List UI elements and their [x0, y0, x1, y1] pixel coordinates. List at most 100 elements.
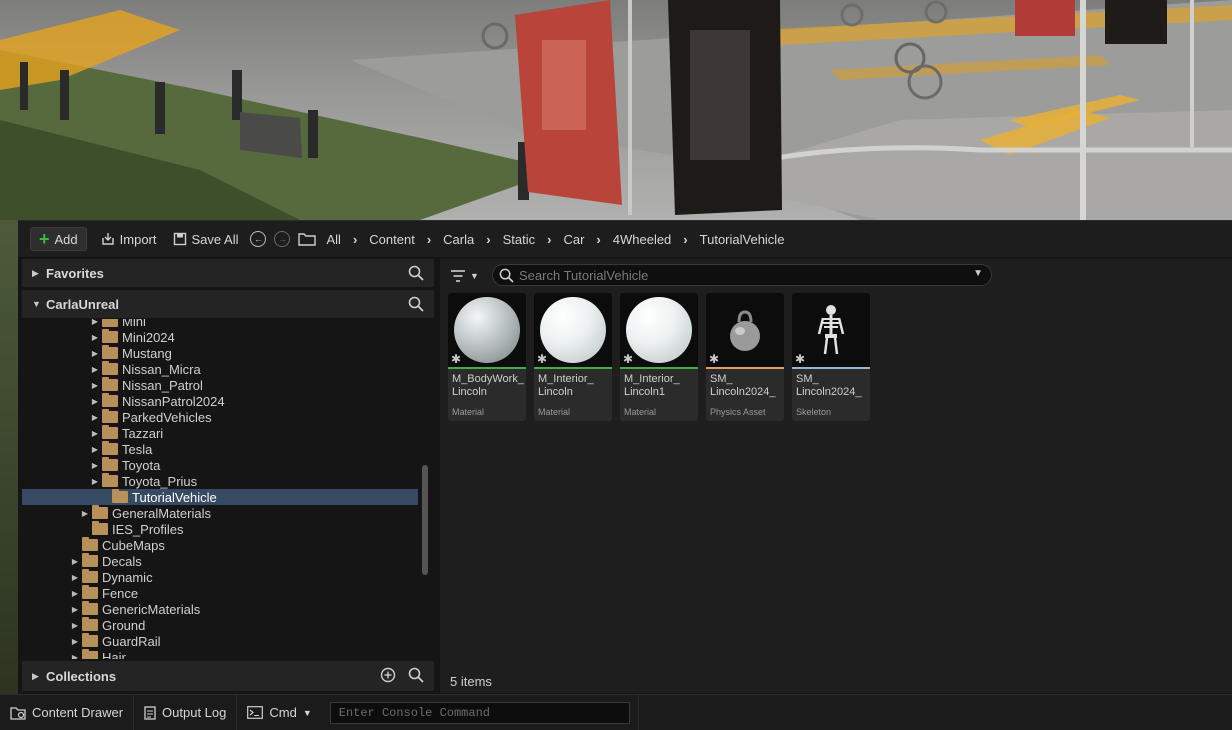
tree-item[interactable]: CubeMaps — [22, 537, 418, 553]
asset-tile[interactable]: ✱ M_Interior_ Lincoln Material — [534, 293, 612, 421]
expand-arrow-icon[interactable]: ▶ — [90, 461, 100, 470]
folder-browse-icon[interactable] — [298, 232, 317, 246]
output-log-button[interactable]: Output Log — [134, 694, 238, 730]
expand-arrow-icon[interactable]: ▶ — [70, 589, 80, 598]
expand-arrow-icon[interactable]: ▶ — [90, 477, 100, 486]
search-icon[interactable] — [408, 296, 424, 312]
add-button[interactable]: + Add — [30, 227, 87, 251]
expand-arrow-icon[interactable]: ▶ — [80, 509, 90, 518]
collections-header[interactable]: ▶ Collections — [22, 661, 434, 691]
breadcrumb-car[interactable]: Car — [557, 232, 590, 247]
chevron-right-icon[interactable]: › — [590, 232, 606, 247]
unsaved-asterisk-icon: ✱ — [623, 352, 634, 366]
tree-item[interactable]: ▶ Dynamic — [22, 569, 418, 585]
tree-item-label: Dynamic — [102, 569, 153, 585]
skeleton-icon — [817, 305, 845, 355]
folder-icon — [92, 521, 108, 535]
tree-item[interactable]: ▶ Toyota — [22, 457, 418, 473]
chevron-right-icon[interactable]: › — [421, 232, 437, 247]
asset-name: M_Interior_ Lincoln — [538, 373, 594, 398]
chevron-right-icon[interactable]: › — [480, 232, 496, 247]
expand-arrow-icon[interactable]: ▶ — [70, 637, 80, 646]
expand-arrow-icon[interactable]: ▶ — [90, 319, 100, 326]
tree-item-label: Mini2024 — [122, 329, 175, 345]
tree-item[interactable]: ▶ Fence — [22, 585, 418, 601]
chevron-right-icon[interactable]: › — [541, 232, 557, 247]
import-button[interactable]: Import — [93, 227, 165, 251]
tree-item[interactable]: ▶ Nissan_Micra — [22, 361, 418, 377]
search-icon[interactable] — [408, 667, 424, 683]
expand-arrow-icon[interactable]: ▶ — [70, 605, 80, 614]
expand-arrow-icon[interactable]: ▶ — [90, 333, 100, 342]
filter-icon — [451, 270, 465, 282]
asset-tile[interactable]: ✱ M_Interior_ Lincoln1 Material — [620, 293, 698, 421]
tree-item[interactable]: ▶ Mini2024 — [22, 329, 418, 345]
collapse-arrow-icon[interactable]: ▼ — [32, 299, 46, 309]
expand-arrow-icon[interactable]: ▶ — [90, 365, 100, 374]
content-drawer-label: Content Drawer — [32, 705, 124, 720]
tree-item[interactable]: ▶ GeneralMaterials — [22, 505, 418, 521]
cmd-dropdown[interactable]: Cmd ▼ — [237, 695, 321, 730]
back-arrow-icon[interactable]: ← — [250, 231, 267, 247]
asset-tile[interactable]: ✱ SM_ Lincoln2024_ Skeleton — [792, 293, 870, 421]
expand-arrow-icon[interactable]: ▶ — [70, 621, 80, 630]
sources-panel: ▶ Favorites ▼ CarlaUnreal ▶ Mini ▶ Mini2024… — [22, 259, 434, 693]
chevron-right-icon[interactable]: › — [677, 232, 693, 247]
tree-item[interactable]: IES_Profiles — [22, 521, 418, 537]
expand-arrow-icon[interactable]: ▶ — [90, 349, 100, 358]
chevron-right-icon[interactable]: › — [347, 232, 363, 247]
breadcrumb-static[interactable]: Static — [497, 232, 542, 247]
filter-button[interactable]: ▼ — [450, 265, 484, 287]
expand-arrow-icon[interactable]: ▶ — [90, 413, 100, 422]
asset-type: Material — [452, 407, 485, 417]
expand-arrow-icon[interactable]: ▶ — [90, 381, 100, 390]
tree-item[interactable]: ▶ Mini — [22, 319, 418, 329]
tree-item[interactable]: ▶ GenericMaterials — [22, 601, 418, 617]
expand-arrow-icon[interactable]: ▶ — [70, 573, 80, 582]
favorites-header[interactable]: ▶ Favorites — [22, 259, 434, 287]
level-viewport[interactable] — [0, 0, 1232, 220]
carlaunreal-header[interactable]: ▼ CarlaUnreal — [22, 290, 434, 318]
breadcrumb-carla[interactable]: Carla — [437, 232, 480, 247]
breadcrumb-4wheeled[interactable]: 4Wheeled — [607, 232, 678, 247]
content-drawer-button[interactable]: Content Drawer — [0, 694, 135, 730]
asset-tile[interactable]: ✱ M_BodyWork_ Lincoln Material — [448, 293, 526, 421]
tree-item[interactable]: ▶ Ground — [22, 617, 418, 633]
expand-arrow-icon[interactable]: ▶ — [70, 653, 80, 660]
tree-item[interactable]: ▶ Hair — [22, 649, 418, 659]
tree-item[interactable]: ▶ ParkedVehicles — [22, 409, 418, 425]
expand-arrow-icon[interactable]: ▶ — [70, 557, 80, 566]
save-all-button[interactable]: Save All — [165, 227, 247, 251]
expand-arrow-icon[interactable]: ▶ — [90, 429, 100, 438]
expand-arrow-icon[interactable]: ▶ — [32, 671, 46, 682]
breadcrumb-all[interactable]: All — [320, 232, 346, 247]
expand-arrow-icon[interactable]: ▶ — [90, 445, 100, 454]
tree-item[interactable]: ▶ Tesla — [22, 441, 418, 457]
tree-item[interactable]: ▶ Decals — [22, 553, 418, 569]
breadcrumb-tutorialvehicle[interactable]: TutorialVehicle — [694, 232, 791, 247]
tree-item[interactable]: ▶ NissanPatrol2024 — [22, 393, 418, 409]
unsaved-asterisk-icon: ✱ — [709, 352, 720, 366]
chevron-down-icon[interactable]: ▼ — [973, 268, 983, 279]
tree-item[interactable]: ▶ Tazzari — [22, 425, 418, 441]
tree-item-label: NissanPatrol2024 — [122, 393, 225, 409]
search-icon[interactable] — [408, 265, 424, 281]
tree-item[interactable]: ▶ Toyota_Prius — [22, 473, 418, 489]
search-input[interactable] — [519, 267, 959, 283]
breadcrumb-content[interactable]: Content — [363, 232, 421, 247]
tree-item[interactable]: ▶ Nissan_Patrol — [22, 377, 418, 393]
tree-scrollbar[interactable] — [422, 465, 428, 575]
physics-weight-icon — [730, 310, 760, 351]
tree-item[interactable]: ▶ GuardRail — [22, 633, 418, 649]
asset-view: ▼ ▼ ✱ M_BodyWork_ Lincoln Material ✱ M_Inter… — [440, 259, 1232, 693]
asset-tile[interactable]: ✱ SM_ Lincoln2024_ Physics Asset — [706, 293, 784, 421]
search-field[interactable]: ▼ — [492, 264, 992, 286]
forward-arrow-icon[interactable]: → — [274, 231, 291, 247]
tree-item[interactable]: ▶ Mustang — [22, 345, 418, 361]
expand-arrow-icon[interactable]: ▶ — [32, 268, 46, 279]
add-collection-icon[interactable] — [380, 667, 396, 683]
console-command-input[interactable] — [329, 701, 630, 724]
content-drawer: + Add Import Save All ← → All › Content … — [18, 220, 1232, 694]
tree-item[interactable]: TutorialVehicle — [22, 489, 418, 505]
expand-arrow-icon[interactable]: ▶ — [90, 397, 100, 406]
